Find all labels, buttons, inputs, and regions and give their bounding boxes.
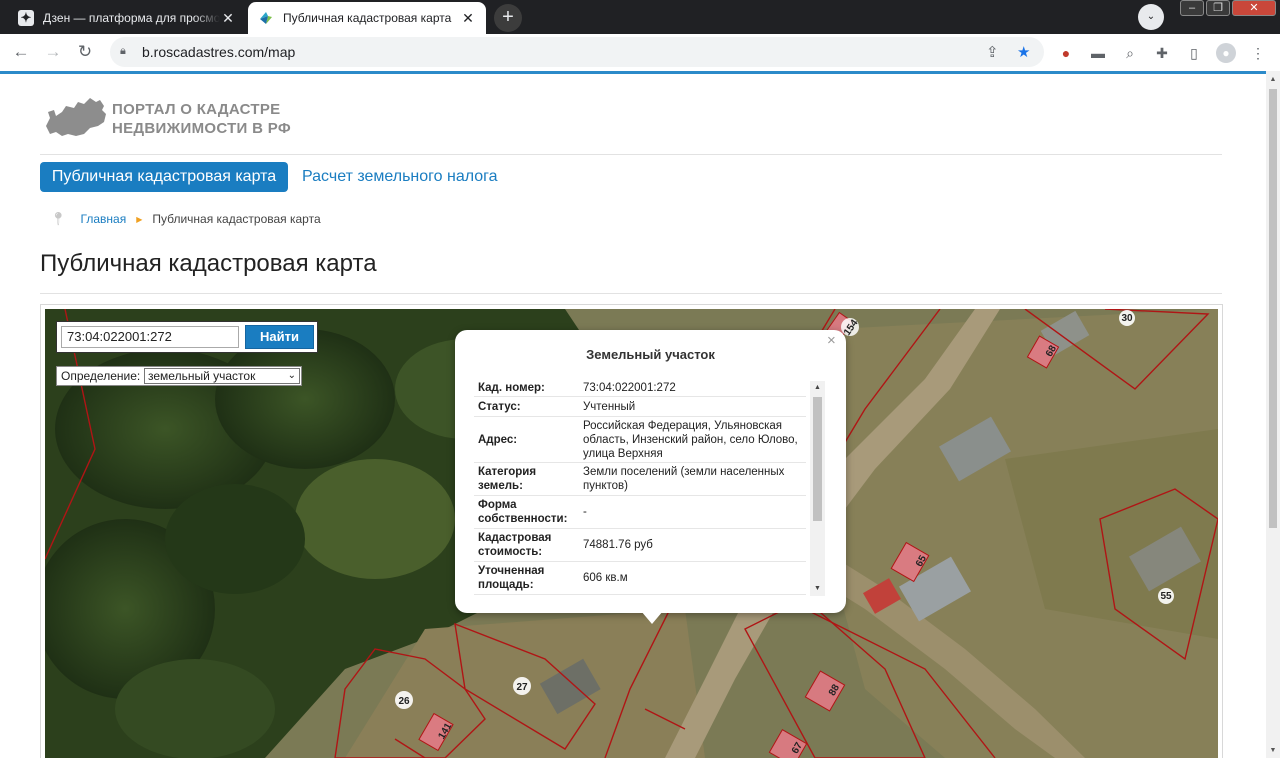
popup-title: Земельный участок: [586, 347, 715, 362]
definition-selected-value: земельный участок: [148, 369, 256, 383]
info-value: 74881.76 руб: [583, 539, 653, 551]
parcel-info-table: Кад. номер: 73:04:022001:272 Статус: Учт…: [474, 379, 806, 595]
tab-title: Публичная кадастровая карта: [283, 11, 452, 25]
info-row: Уточненная площадь: 606 кв.м: [474, 562, 806, 595]
back-icon[interactable]: ←: [8, 39, 34, 65]
scrollbar-thumb[interactable]: [813, 397, 822, 521]
site-logo-text[interactable]: ПОРТАЛ О КАДАСТРЕ НЕДВИЖИМОСТИ В РФ: [112, 100, 291, 138]
menu-icon[interactable]: ⋮: [1248, 43, 1268, 63]
page-scrollbar[interactable]: ▲ ▼: [1266, 71, 1280, 758]
svg-text:27: 27: [516, 682, 528, 693]
share-icon[interactable]: ⇪: [986, 43, 999, 61]
info-value: Учтенный: [583, 400, 636, 413]
page-title: Публичная кадастровая карта: [40, 250, 377, 277]
find-button[interactable]: Найти: [245, 325, 314, 349]
cadastral-search-box: 73:04:022001:272 Найти: [56, 321, 318, 353]
info-value: Земли поселений (земли населенных пункто…: [583, 466, 785, 492]
breadcrumb-separator-icon: ▶: [136, 214, 143, 224]
info-row: Адрес: Российская Федерация, Ульяновская…: [474, 417, 806, 463]
info-key: Уточненная площадь:: [478, 565, 545, 591]
profile-avatar-icon[interactable]: ●: [1216, 43, 1236, 63]
info-row: Кад. номер: 73:04:022001:272: [474, 379, 806, 397]
info-key: Категория земель:: [478, 466, 537, 492]
nav-tab-land-tax[interactable]: Расчет земельного налога: [302, 162, 498, 192]
url-text[interactable]: b.roscadastres.com/map: [142, 44, 295, 60]
breadcrumb-home-link[interactable]: Главная: [81, 212, 127, 226]
divider: [40, 154, 1222, 155]
browser-tab-bar: ✦ Дзен — платформа для просмотра ✕ Публи…: [0, 0, 1280, 34]
extension-search-icon[interactable]: ⌕: [1120, 43, 1140, 63]
scroll-down-icon[interactable]: ▼: [810, 583, 825, 595]
tab-close-icon[interactable]: ✕: [460, 10, 476, 27]
tab-search-icon[interactable]: ⌄: [1138, 4, 1164, 30]
cadastral-number-input[interactable]: 73:04:022001:272: [61, 326, 239, 348]
info-key: Кад. номер:: [478, 381, 545, 394]
bookmark-star-icon[interactable]: ★: [1017, 43, 1030, 61]
forward-icon[interactable]: →: [40, 39, 66, 65]
logo-line-1: ПОРТАЛ О КАДАСТРЕ: [112, 101, 281, 118]
definition-select[interactable]: земельный участок ⌄: [144, 368, 300, 384]
info-row: Кадастровая стоимость: 74881.76 руб: [474, 529, 806, 562]
scroll-up-icon[interactable]: ▲: [1266, 73, 1280, 87]
logo-line-2: НЕДВИЖИМОСТИ В РФ: [112, 120, 291, 137]
definition-label: Определение:: [61, 369, 141, 383]
info-row: Категория земель: Земли поселений (земли…: [474, 463, 806, 496]
parcel-label: 55: [1158, 588, 1174, 604]
info-key: Форма собственности:: [478, 499, 568, 525]
parcel-label: 30: [1119, 310, 1135, 326]
parcel-label: 26: [395, 691, 413, 709]
info-value: -: [583, 506, 587, 518]
tab-close-icon[interactable]: ✕: [220, 10, 236, 27]
side-panel-icon[interactable]: ▯: [1184, 43, 1204, 63]
nav-tab-cadastral-map[interactable]: Публичная кадастровая карта: [40, 162, 288, 192]
definition-selector: Определение: земельный участок ⌄: [56, 366, 302, 386]
lock-icon[interactable]: 🔒︎: [120, 45, 126, 58]
scrollbar-thumb[interactable]: [1269, 89, 1277, 528]
scroll-up-icon[interactable]: ▲: [810, 382, 825, 394]
scroll-down-icon[interactable]: ▼: [1266, 744, 1280, 758]
close-window-icon[interactable]: ✕: [1232, 0, 1276, 16]
rosreestr-icon: [258, 10, 274, 26]
tab-title: Дзен — платформа для просмотра: [43, 11, 220, 25]
extensions-puzzle-icon[interactable]: ✚: [1152, 43, 1172, 63]
info-value: 606 кв.м: [583, 572, 628, 584]
extension-icon[interactable]: ●: [1056, 43, 1076, 63]
loading-bar: [0, 71, 1266, 74]
info-key: Статус:: [478, 400, 521, 413]
svg-text:26: 26: [398, 696, 410, 707]
breadcrumb-current: Публичная кадастровая карта: [152, 212, 321, 226]
browser-toolbar: ← → ↻ 🔒︎ b.roscadastres.com/map ⇪ ★ ● ▬ …: [0, 34, 1280, 71]
info-key: Адрес:: [478, 433, 518, 446]
location-pin-icon: 📍︎: [50, 211, 67, 226]
popup-pointer: [641, 611, 663, 624]
address-bar[interactable]: 🔒︎ b.roscadastres.com/map ⇪ ★: [110, 37, 1044, 67]
russia-map-logo-icon[interactable]: [44, 96, 110, 140]
extension-hat-icon[interactable]: ▬: [1088, 43, 1108, 63]
svg-text:30: 30: [1121, 313, 1133, 324]
reload-icon[interactable]: ↻: [72, 39, 98, 65]
tab-zen[interactable]: ✦ Дзен — платформа для просмотра ✕: [8, 2, 246, 34]
info-value: 73:04:022001:272: [583, 381, 676, 394]
minimize-icon[interactable]: –: [1180, 0, 1204, 16]
info-value: Российская Федерация, Ульяновская област…: [583, 419, 798, 460]
svg-text:55: 55: [1160, 591, 1172, 602]
chevron-down-icon: ⌄: [287, 370, 296, 381]
breadcrumb: 📍︎ Главная ▶ Публичная кадастровая карта: [50, 211, 321, 227]
new-tab-button[interactable]: +: [494, 4, 522, 32]
parcel-label: 27: [513, 677, 531, 695]
tab-cadastral-map[interactable]: Публичная кадастровая карта ✕: [248, 2, 486, 34]
popup-scrollbar[interactable]: ▲ ▼: [810, 381, 825, 596]
divider: [40, 293, 1222, 294]
info-row: Статус: Учтенный: [474, 397, 806, 417]
info-key: Кадастровая стоимость:: [478, 532, 552, 558]
window-controls: – ❐ ✕: [1180, 0, 1276, 18]
zen-icon: ✦: [18, 10, 34, 26]
info-row: Форма собственности: -: [474, 496, 806, 529]
maximize-icon[interactable]: ❐: [1206, 0, 1230, 16]
